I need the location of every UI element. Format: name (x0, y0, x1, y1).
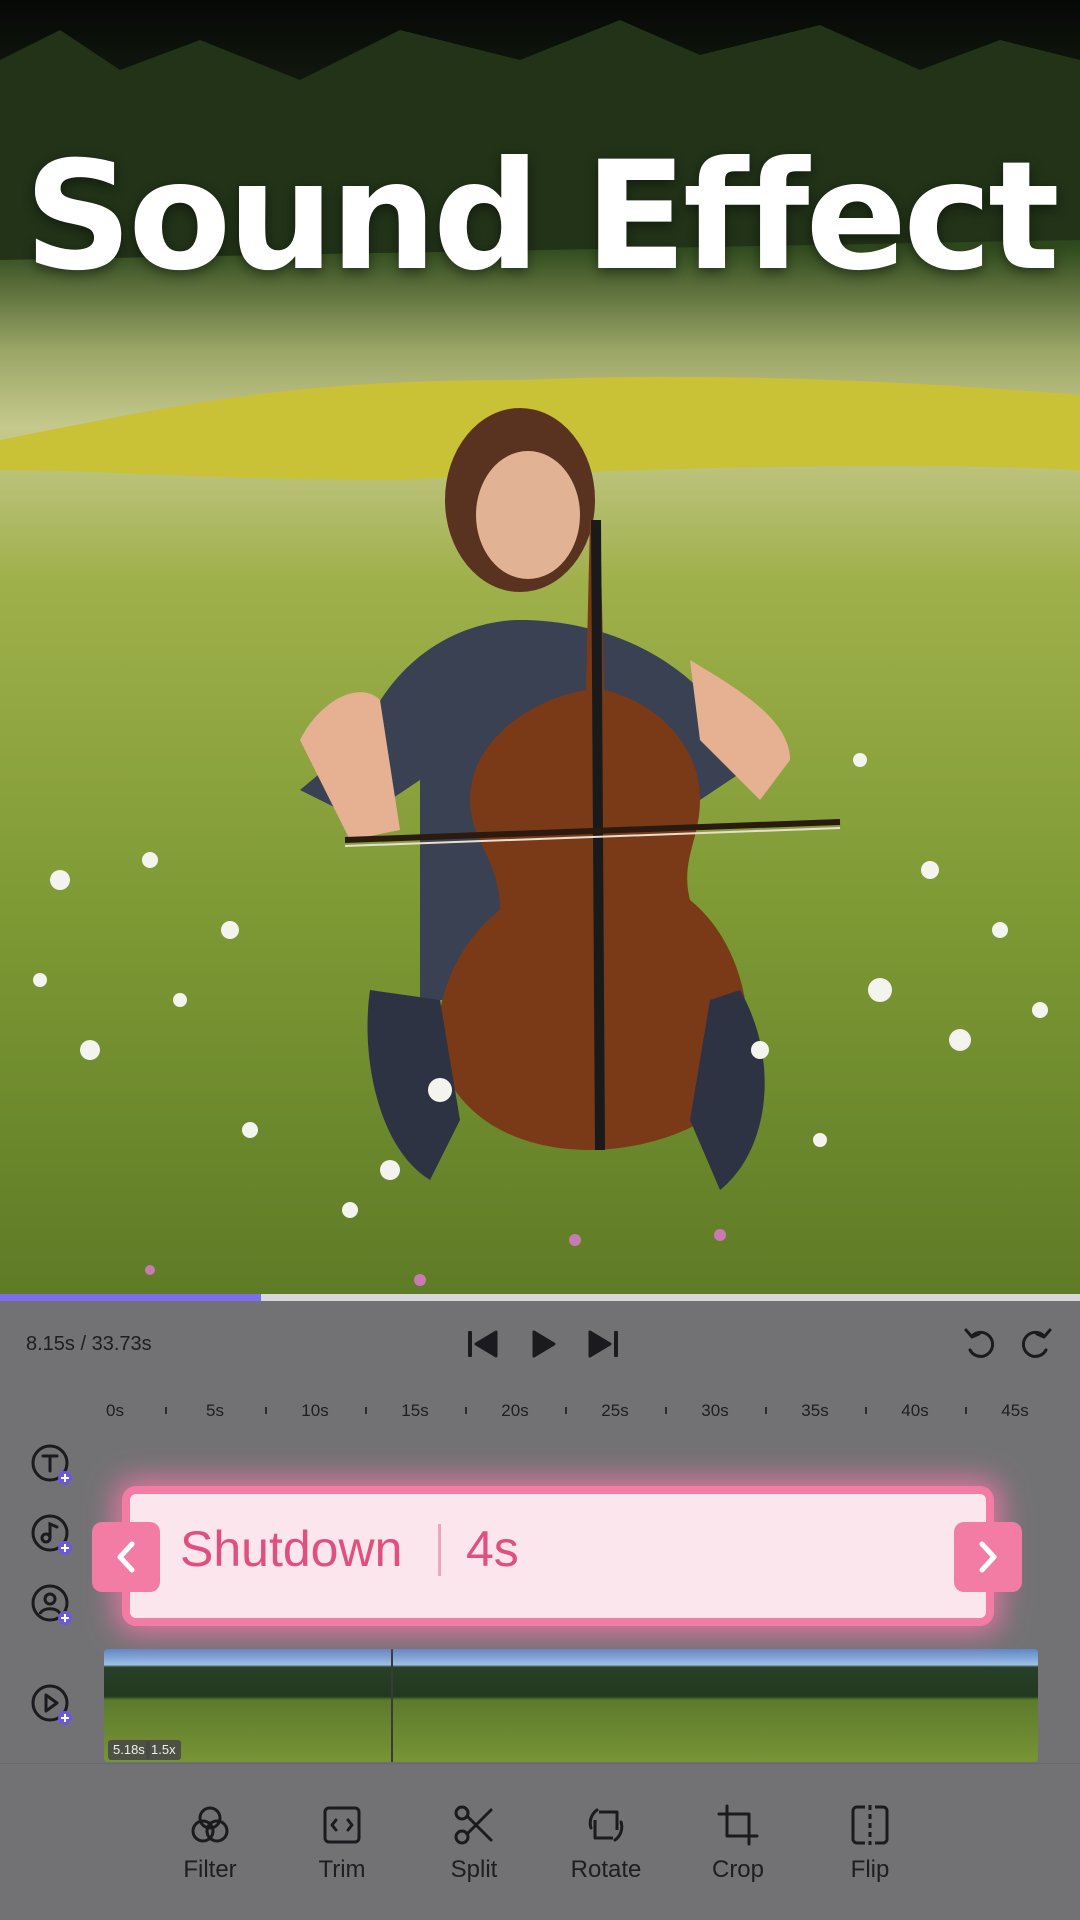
crop-icon (717, 1804, 759, 1846)
crop-button[interactable]: Crop (694, 1802, 782, 1920)
add-voice-track-icon[interactable] (30, 1583, 74, 1627)
video-track-clip[interactable]: 5.18s 1.5x (104, 1649, 1038, 1762)
ruler-tick-label: 0s (106, 1401, 124, 1420)
ruler-tick-mark (265, 1407, 267, 1414)
flip-label: Flip (850, 1856, 890, 1883)
clip-divider (438, 1524, 441, 1576)
chevron-left-icon (117, 1541, 135, 1573)
undo-button[interactable] (962, 1323, 998, 1365)
play-icon (532, 1330, 556, 1358)
video-editor-screen: Sound Effect 8.15s / 33.73s 0s 5s 10s 15… (0, 0, 1080, 1920)
filter-icon (191, 1806, 229, 1843)
ruler-tick-label: 45s (1001, 1401, 1029, 1420)
skip-forward-button[interactable] (585, 1323, 621, 1365)
skip-back-icon (468, 1330, 498, 1358)
ruler-tick-mark (865, 1407, 867, 1414)
add-video-track-icon[interactable] (30, 1683, 74, 1727)
split-button[interactable]: Split (430, 1802, 518, 1920)
ruler-tick-mark (965, 1407, 967, 1414)
ruler-tick-label: 5s (206, 1401, 224, 1420)
add-text-track-icon[interactable] (30, 1443, 74, 1487)
split-label: Split (450, 1856, 498, 1883)
video-clip-segment-2[interactable] (391, 1649, 1038, 1762)
clip-duration-badge: 5.18s (108, 1740, 150, 1760)
sound-effect-clip[interactable]: Shutdown 4s (122, 1486, 994, 1626)
ruler-tick-label: 30s (701, 1401, 729, 1420)
scissors-icon (454, 1805, 493, 1845)
clip-right-trim-handle[interactable] (954, 1522, 1022, 1592)
ruler-tick-label: 40s (901, 1401, 929, 1420)
add-music-track-icon[interactable] (30, 1513, 74, 1557)
ruler-tick-mark (565, 1407, 567, 1414)
ruler-tick-mark (165, 1407, 167, 1414)
rotate-button[interactable]: Rotate (562, 1802, 650, 1920)
rotate-icon (588, 1808, 624, 1842)
filter-label: Filter (183, 1856, 237, 1883)
undo-icon (964, 1328, 995, 1358)
history-controls (962, 1323, 1054, 1365)
trim-button[interactable]: Trim (298, 1802, 386, 1920)
clip-speed-badge: 1.5x (146, 1740, 181, 1760)
time-readout: 8.15s / 33.73s (26, 1333, 152, 1355)
ruler-tick-mark (465, 1407, 467, 1414)
ruler-tick-label: 25s (601, 1401, 629, 1420)
timeline-ruler[interactable]: 0s 5s 10s 15s 20s 25s 30s 35s 40s 45s (100, 1401, 1040, 1425)
ruler-tick-mark (365, 1407, 367, 1414)
redo-button[interactable] (1018, 1323, 1054, 1365)
transport-controls (465, 1323, 621, 1365)
skip-forward-icon (588, 1330, 618, 1358)
flip-button[interactable]: Flip (826, 1802, 914, 1920)
skip-back-button[interactable] (465, 1323, 501, 1365)
ruler-tick-label: 10s (301, 1401, 329, 1420)
ruler-tick-label: 20s (501, 1401, 529, 1420)
trim-icon (323, 1806, 361, 1844)
play-button[interactable] (525, 1323, 561, 1365)
crop-label: Crop (711, 1856, 765, 1883)
redo-icon (1021, 1328, 1052, 1358)
filter-button[interactable]: Filter (166, 1802, 254, 1920)
flip-icon (851, 1805, 889, 1845)
ruler-tick-label: 15s (401, 1401, 429, 1420)
chevron-right-icon (979, 1541, 997, 1573)
edit-toolbar: Filter Trim Split Rotate Crop Flip (0, 1763, 1080, 1920)
sound-effect-overlay-text[interactable]: Sound Effect (0, 130, 1080, 304)
ruler-tick-mark (765, 1407, 767, 1414)
playback-progress-fill (0, 1294, 262, 1301)
playback-progress-bar[interactable] (0, 1294, 1080, 1301)
video-preview[interactable]: Sound Effect (0, 0, 1080, 1295)
ruler-tick-label: 35s (801, 1401, 829, 1420)
rotate-label: Rotate (570, 1856, 642, 1883)
sound-effect-duration: 4s (466, 1521, 519, 1577)
clip-left-trim-handle[interactable] (92, 1522, 160, 1592)
ruler-tick-mark (665, 1407, 667, 1414)
sound-effect-name: Shutdown (180, 1521, 403, 1577)
trim-label: Trim (318, 1856, 366, 1883)
